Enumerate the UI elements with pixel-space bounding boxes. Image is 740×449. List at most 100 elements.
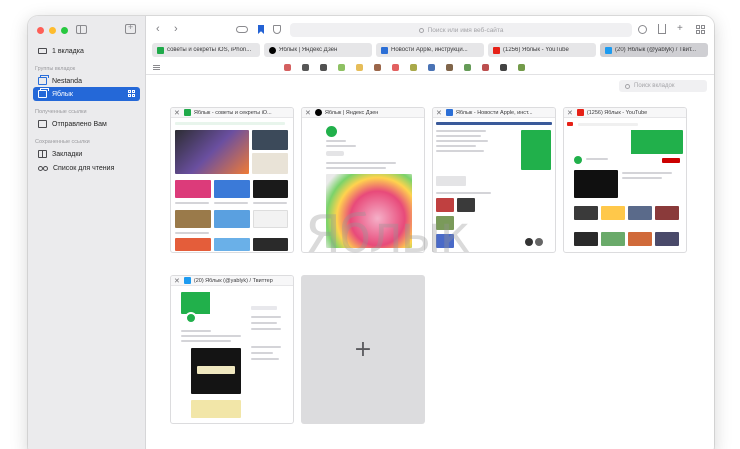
preview-text (622, 177, 662, 179)
back-button[interactable]: ‹ (156, 24, 160, 35)
preview-text (436, 192, 491, 194)
sidebar-item-bookmarks[interactable]: Закладки (33, 147, 140, 161)
favicon-icon (576, 109, 584, 116)
window-controls (37, 27, 68, 34)
favorite-icon[interactable] (284, 64, 291, 71)
sidebar-item-reading-list[interactable]: Список для чтения (33, 161, 140, 175)
yablyk-logo-image (521, 130, 551, 170)
close-tab-icon[interactable]: ✕ (567, 109, 573, 117)
sidebar-item-label: Яблык (52, 90, 73, 98)
close-window-button[interactable] (37, 27, 44, 34)
new-tab-button[interactable]: + (677, 24, 683, 34)
preview-video (574, 170, 618, 198)
favicon-icon (269, 46, 276, 54)
preview-text (251, 316, 281, 318)
sidebar-item-received[interactable]: Отправлено Вам (33, 117, 140, 131)
tab-thumbnail[interactable]: ✕ (1256) Яблык - YouTube (563, 107, 687, 253)
page-preview (564, 118, 686, 252)
thumbnail-header: ✕ (1256) Яблык - YouTube (564, 108, 686, 118)
preview-text (622, 172, 672, 174)
favorite-icon[interactable] (446, 64, 453, 71)
favorite-icon[interactable] (374, 64, 381, 71)
menu-icon[interactable] (153, 65, 160, 70)
tab-thumbnail[interactable]: ✕ (20) Яблык (@yablyk) / Твиттер (170, 275, 294, 424)
preview-video (655, 232, 679, 246)
toolbar: ‹ › Поиск или имя веб-сайта + (146, 16, 714, 42)
sidebar: 1 вкладка Группы вкладок Nestanda Яблык … (28, 16, 146, 449)
preview-text (326, 167, 386, 169)
preview-text (175, 232, 209, 234)
favorite-icon[interactable] (518, 64, 525, 71)
preview-image (175, 130, 249, 174)
page-preview (171, 118, 293, 252)
favorite-icon[interactable] (428, 64, 435, 71)
tab-bar: советы и секреты iOS, iPhon... Яблык | Я… (152, 43, 708, 58)
tab-active[interactable]: (20) Яблык (@yablyk) / Твит... (600, 43, 708, 57)
preview-text (436, 145, 476, 147)
sidebar-section-received: Полученные ссылки (35, 109, 87, 115)
sidebar-section-groups: Группы вкладок (35, 66, 76, 72)
preview-header (175, 122, 285, 125)
search-tabs-field[interactable]: Поиск вкладок (619, 80, 707, 92)
preview-text (253, 202, 287, 204)
channel-banner (567, 130, 683, 154)
close-tab-icon[interactable]: ✕ (436, 109, 442, 117)
favorite-icon[interactable] (320, 64, 327, 71)
close-tab-icon[interactable]: ✕ (174, 109, 180, 117)
favorite-icon[interactable] (302, 64, 309, 71)
close-tab-icon[interactable]: ✕ (305, 109, 311, 117)
preview-sidebar (251, 306, 277, 310)
minimize-window-button[interactable] (49, 27, 56, 34)
tab-overview-icon[interactable] (696, 25, 705, 34)
preview-image (253, 180, 288, 198)
favorite-icon[interactable] (500, 64, 507, 71)
favorite-icon[interactable] (410, 64, 417, 71)
icloud-tabs-icon[interactable] (236, 26, 248, 33)
tab[interactable]: советы и секреты iOS, iPhon... (152, 43, 260, 57)
favorite-icon[interactable] (356, 64, 363, 71)
privacy-shield-icon[interactable] (273, 25, 281, 34)
thumbnail-header: ✕ Яблык - советы и секреты iO... (171, 108, 293, 118)
preview-image (214, 210, 250, 228)
tab[interactable]: Яблык | Яндекс Дзен (264, 43, 372, 57)
tab[interactable]: (1256) Яблык - YouTube (488, 43, 596, 57)
tab-thumbnail[interactable]: ✕ Яблык - советы и секреты iO... (170, 107, 294, 253)
favorite-icon[interactable] (392, 64, 399, 71)
favorite-icon[interactable] (482, 64, 489, 71)
thumbnail-title: Яблык | Яндекс Дзен (324, 109, 379, 116)
new-tab-tile[interactable]: + (301, 275, 425, 424)
preview-text (251, 328, 281, 330)
favicon-icon (493, 46, 500, 54)
grid-icon (128, 90, 135, 97)
sidebar-item-group-nestanda[interactable]: Nestanda (33, 74, 140, 88)
preview-text (251, 322, 277, 324)
tab-label: советы и секреты iOS, iPhon... (167, 47, 252, 53)
search-icon (625, 83, 630, 89)
address-bar[interactable]: Поиск или имя веб-сайта (290, 23, 632, 37)
tab[interactable]: Новости Apple, инструкци... (376, 43, 484, 57)
tab-label: Новости Apple, инструкци... (391, 47, 468, 53)
preview-video (628, 232, 652, 246)
sidebar-item-group-yablyk[interactable]: Яблык (33, 87, 140, 101)
downloads-icon[interactable] (638, 25, 647, 34)
sidebar-toggle-icon[interactable] (76, 25, 87, 34)
forward-button[interactable]: › (174, 24, 178, 35)
preview-image (252, 153, 288, 174)
sidebar-item-current-tabs[interactable]: 1 вкладка (33, 44, 140, 58)
share-icon[interactable] (658, 24, 666, 34)
favicon-icon (445, 109, 453, 116)
sidebar-item-label: 1 вкладка (52, 47, 84, 55)
preview-block (436, 176, 466, 186)
favorite-icon[interactable] (338, 64, 345, 71)
preview-button (326, 151, 344, 156)
thumbnail-title: Яблык - Новости Apple, инст... (455, 109, 533, 116)
bookmark-icon[interactable] (258, 25, 264, 34)
tab-label: (20) Яблык (@yablyk) / Твит... (615, 47, 697, 53)
close-tab-icon[interactable]: ✕ (174, 277, 180, 285)
thumbnail-title: Яблык - советы и секреты iO... (193, 109, 272, 116)
favorite-icon[interactable] (464, 64, 471, 71)
new-tab-group-icon[interactable] (125, 22, 136, 34)
thumbnail-header: ✕ (20) Яблык (@yablyk) / Твиттер (171, 276, 293, 286)
zoom-window-button[interactable] (61, 27, 68, 34)
favicon-icon (183, 109, 191, 116)
